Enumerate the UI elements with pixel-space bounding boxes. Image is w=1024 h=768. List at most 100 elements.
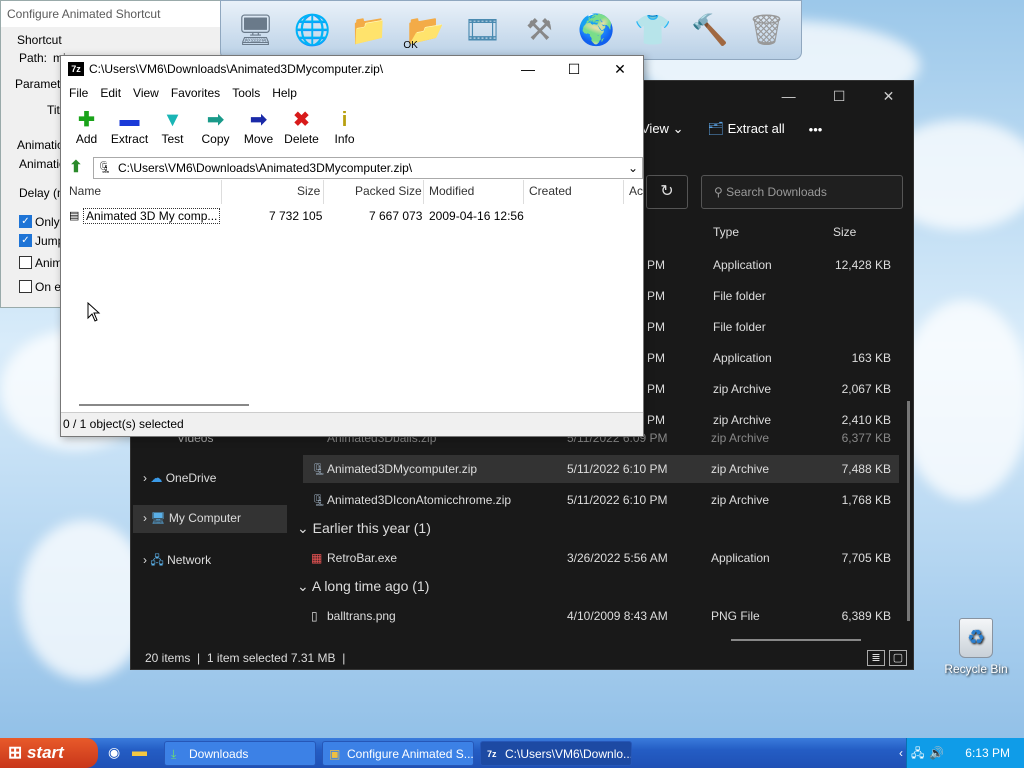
column-modified[interactable]: Modified [429,184,474,198]
menu-item-file[interactable]: File [63,86,94,100]
table-row[interactable]: PM File folder [641,282,899,310]
on-checkbox[interactable] [19,280,32,293]
column-size[interactable]: Size [833,225,856,239]
recycle-bin-desktop-icon[interactable]: ♻ Recycle Bin [944,618,1008,676]
nav-item-my-computer[interactable]: › 🖥 My Computer [133,505,287,533]
clock[interactable]: 6:13 PM [965,746,1010,760]
file-type: Application [713,351,772,365]
nav-item-network[interactable]: › 🖧 Network [133,545,287,573]
chevron-down-icon[interactable]: ⌄ [628,158,638,178]
column-type[interactable]: Type [713,225,739,239]
cloud-icon: ☁ [150,471,163,485]
recycle-icon[interactable]: 🗑 [740,5,793,55]
file-size: 7,705 KB [841,551,891,565]
table-row[interactable]: 🗜 Animated3DMycomputer.zip 5/11/2022 6:1… [303,455,899,483]
refresh-button[interactable]: ↻ [646,175,688,209]
extract-icon: 🗂 [707,121,728,136]
up-folder-icon[interactable]: ⬆ [65,157,87,179]
info-icon: i [341,109,348,131]
menu-item-help[interactable]: Help [266,86,303,100]
nav-label: Network [167,553,212,567]
extract-all-button[interactable]: 🗂 Extract all [707,121,784,137]
tool-label: Test [161,132,184,146]
tools-icon[interactable]: ⚒ [513,5,566,55]
taskbar-button-configure[interactable]: ▣ Configure Animated S... [322,741,474,766]
anim-checkbox[interactable] [19,256,32,269]
command-bar: View ⌄ 🗂 Extract all ••• [641,121,822,137]
horizontal-scrollbar[interactable] [79,404,249,406]
ok-folder-icon[interactable]: 📂 OK [399,5,452,55]
delete-button[interactable]: ✖ Delete [280,108,323,152]
group-earlier-this-year[interactable]: ⌄ Earlier this year (1) [297,520,431,537]
taskbar-button-downloads[interactable]: ⤓ Downloads [164,741,316,766]
file-size: 6,377 KB [841,431,891,445]
search-input[interactable]: ⚲ Search Downloads [701,175,903,209]
close-icon[interactable]: ✕ [597,56,643,82]
maximize-icon[interactable]: ☐ [833,88,846,105]
address-bar[interactable]: 🗜 C:\Users\VM6\Downloads\Animated3DMycom… [93,157,643,179]
toolbar: ✚ Add ▬ Extract ▼ Test ➡ Copy ➡ Move ✖ Delete i Info [61,104,643,152]
file-icon: ▤ [69,210,80,222]
column-name[interactable]: Name [69,184,101,198]
column-packed-size[interactable]: Packed Size [355,184,422,198]
column-size[interactable]: Size [297,184,320,198]
add-button[interactable]: ✚ Add [65,108,108,152]
menu-item-edit[interactable]: Edit [94,86,127,100]
only-label: Only [35,215,60,229]
move-button[interactable]: ➡ Move [237,108,280,152]
hammer-icon[interactable]: 🔨 [683,5,736,55]
menu-item-tools[interactable]: Tools [226,86,266,100]
network-globe-icon[interactable]: 🌍 [570,5,623,55]
tshirt-icon[interactable]: 👕 [627,5,680,55]
7zip-logo-icon: 7z [68,62,84,76]
computer-icon[interactable]: 🖥 [229,5,282,55]
media-icon[interactable]: 🎞 [456,5,509,55]
extract-button[interactable]: ▬ Extract [108,108,151,152]
menu-bar: File Edit View Favorites Tools Help [61,82,643,104]
info-button[interactable]: i Info [323,108,366,152]
test-button[interactable]: ▼ Test [151,108,194,152]
menu-item-view[interactable]: View [127,86,165,100]
menu-item-favorites[interactable]: Favorites [165,86,226,100]
column-created[interactable]: Created [529,184,572,198]
copy-button[interactable]: ➡ Copy [194,108,237,152]
column-divider [523,180,524,204]
start-button[interactable]: ⊞ start [0,738,98,768]
tiles-view-icon[interactable]: ▢ [889,650,907,666]
network-icon[interactable]: 🖧 [911,738,924,768]
file-type: PNG File [711,609,760,623]
view-button[interactable]: View ⌄ [641,121,683,137]
minimize-icon[interactable]: — [782,88,796,104]
vertical-scrollbar[interactable] [907,401,910,621]
table-row[interactable]: PM Application 163 KB [641,344,899,372]
maximize-icon[interactable]: ☐ [551,56,597,82]
table-row[interactable]: PM File folder [641,313,899,341]
taskbar-button-7zip[interactable]: 7z C:\Users\VM6\Downlo... [480,741,632,766]
chrome-icon[interactable]: ◉ [108,744,120,761]
globe-icon[interactable]: 🌐 [286,5,339,55]
column-accessed[interactable]: Ac [629,184,643,198]
table-row[interactable]: ▦ RetroBar.exe 3/26/2022 5:56 AM Applica… [303,544,899,572]
close-icon[interactable]: ✕ [883,88,895,105]
path-label: Path: [19,51,48,65]
horizontal-scrollbar[interactable] [731,639,861,641]
only-checkbox[interactable]: ✓ [19,215,32,228]
title-bar: 7z C:\Users\VM6\Downloads\Animated3DMyco… [61,56,643,82]
folder-icon[interactable]: ▬ [132,743,147,760]
more-options-button[interactable]: ••• [809,122,823,137]
table-row[interactable]: ▯ balltrans.png 4/10/2009 8:43 AM PNG Fi… [303,602,899,630]
minimize-icon[interactable]: — [505,56,551,82]
selection-info: 1 item selected 7.31 MB [206,651,336,665]
table-row[interactable]: PM zip Archive 2,067 KB [641,375,899,403]
tool-label: Add [75,132,98,146]
jump-checkbox[interactable]: ✓ [19,234,32,247]
volume-icon[interactable]: 🔊 [929,738,944,768]
download-icon: ⤓ [171,747,177,761]
table-row[interactable]: 🗜 Animated3DIconAtomicchrome.zip 5/11/20… [303,486,899,514]
chevron-left-icon[interactable]: ‹ [899,738,903,768]
group-long-time-ago[interactable]: ⌄ A long time ago (1) [297,578,429,595]
nav-item-onedrive[interactable]: › ☁ OneDrive [133,465,287,493]
table-row[interactable]: PM Application 12,428 KB [641,251,899,279]
folder-icon[interactable]: 📁 [343,5,396,55]
details-view-icon[interactable]: ≣ [867,650,885,666]
